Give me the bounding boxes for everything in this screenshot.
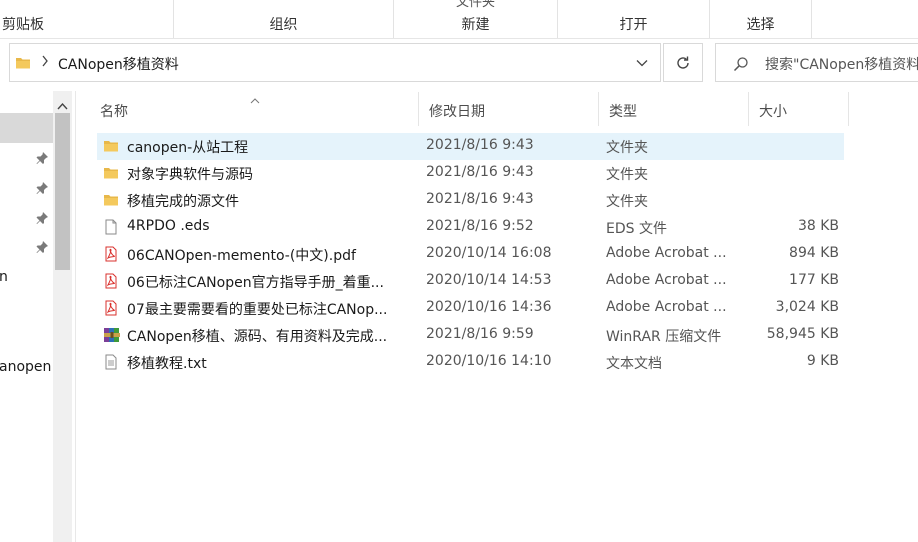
- file-date: 2021/8/16 9:43: [426, 191, 534, 207]
- file-type: 文本文档: [606, 356, 662, 372]
- file-row[interactable]: 对象字典软件与源码 2021/8/16 9:43 文件夹: [97, 160, 844, 187]
- file-icon: [103, 219, 119, 239]
- refresh-icon: [677, 56, 689, 69]
- file-size: 3,024 KB: [775, 299, 839, 315]
- file-type: 文件夹: [606, 167, 648, 183]
- file-row[interactable]: CANopen移植、源码、有用资料及完成... 2021/8/16 9:59 W…: [97, 322, 844, 349]
- folder-icon: [103, 192, 119, 212]
- refresh-button[interactable]: [663, 43, 703, 82]
- folder-icon: [103, 165, 119, 185]
- file-date: 2021/8/16 9:52: [426, 218, 534, 234]
- chevron-down-icon[interactable]: [635, 56, 649, 74]
- file-type: Adobe Acrobat ...: [606, 299, 727, 315]
- navigation-pane[interactable]: n anopen: [0, 91, 76, 542]
- file-name[interactable]: 移植完成的源文件: [127, 191, 239, 211]
- ribbon-group-clipboard[interactable]: 剪贴板: [0, 0, 174, 38]
- pdf-icon: [103, 273, 119, 293]
- search-icon: [733, 57, 748, 72]
- nav-item-label[interactable]: anopen: [0, 359, 51, 375]
- file-type: WinRAR 压缩文件: [606, 329, 722, 345]
- address-bar[interactable]: CANopen移植资料: [9, 43, 661, 82]
- file-date: 2020/10/14 14:53: [426, 272, 552, 288]
- file-size: 177 KB: [789, 272, 839, 288]
- file-type: EDS 文件: [606, 221, 667, 237]
- file-row[interactable]: 07最主要需要看的重要处已标注CANop... 2020/10/16 14:36…: [97, 295, 844, 322]
- file-row[interactable]: 06已标注CANopen官方指导手册_着重... 2020/10/14 14:5…: [97, 268, 844, 295]
- file-date: 2020/10/14 16:08: [426, 245, 552, 261]
- file-name[interactable]: CANopen移植、源码、有用资料及完成...: [127, 326, 387, 346]
- file-name[interactable]: 对象字典软件与源码: [127, 164, 253, 184]
- file-name[interactable]: 06CANOpen-memento-(中文).pdf: [127, 245, 356, 265]
- file-date: 2020/10/16 14:36: [426, 299, 552, 315]
- column-header-label: 名称: [100, 104, 128, 120]
- file-type: 文件夹: [606, 140, 648, 156]
- ribbon-group-label: 新建: [461, 17, 490, 33]
- column-header-size[interactable]: 大小: [749, 92, 849, 126]
- text-file-icon: [103, 354, 119, 374]
- file-type: Adobe Acrobat ...: [606, 245, 727, 261]
- ribbon-group-label: 选择: [746, 17, 775, 33]
- column-header-label: 类型: [609, 104, 637, 120]
- pin-icon: [35, 181, 49, 199]
- archive-icon: [103, 327, 121, 347]
- new-folder-label: 文件夹: [455, 0, 495, 10]
- file-date: 2021/8/16 9:43: [426, 164, 534, 180]
- ribbon-group-new[interactable]: 文件夹 新建: [394, 0, 558, 38]
- file-row[interactable]: 06CANOpen-memento-(中文).pdf 2020/10/14 16…: [97, 241, 844, 268]
- scroll-up-icon[interactable]: [57, 98, 68, 114]
- breadcrumb-chevron-icon[interactable]: [41, 55, 49, 70]
- breadcrumb-current-folder[interactable]: CANopen移植资料: [58, 54, 179, 74]
- ribbon-group-label: 组织: [269, 17, 298, 33]
- column-header-date[interactable]: 修改日期: [419, 92, 599, 126]
- file-date: 2021/8/16 9:43: [426, 137, 534, 153]
- file-name[interactable]: canopen-从站工程: [127, 137, 248, 157]
- file-size: 894 KB: [789, 245, 839, 261]
- ribbon-group-organize[interactable]: 组织: [174, 0, 394, 38]
- folder-icon: [103, 138, 119, 158]
- file-row[interactable]: canopen-从站工程 2021/8/16 9:43 文件夹: [97, 133, 844, 160]
- file-name[interactable]: 4RPDO .eds: [127, 218, 210, 234]
- nav-item-label[interactable]: n: [0, 269, 8, 285]
- column-header-type[interactable]: 类型: [599, 92, 749, 126]
- file-row[interactable]: 4RPDO .eds 2021/8/16 9:52 EDS 文件 38 KB: [97, 214, 844, 241]
- file-date: 2021/8/16 9:59: [426, 326, 534, 342]
- column-header-label: 修改日期: [429, 104, 485, 120]
- file-name[interactable]: 移植教程.txt: [127, 353, 207, 373]
- nav-item-selected[interactable]: [0, 113, 53, 143]
- ribbon: 剪贴板 组织 文件夹 新建 打开 选择: [0, 0, 918, 39]
- scrollbar-thumb[interactable]: [55, 113, 70, 270]
- file-row[interactable]: 移植完成的源文件 2021/8/16 9:43 文件夹: [97, 187, 844, 214]
- file-size: 58,945 KB: [766, 326, 839, 342]
- ribbon-group-open[interactable]: 打开: [558, 0, 710, 38]
- pin-icon: [35, 240, 49, 258]
- ribbon-group-label: 剪贴板: [2, 17, 44, 33]
- file-size: 38 KB: [797, 218, 839, 234]
- pin-icon: [35, 151, 49, 169]
- search-placeholder[interactable]: 搜索"CANopen移植资料": [765, 54, 918, 74]
- file-name[interactable]: 06已标注CANopen官方指导手册_着重...: [127, 272, 384, 292]
- file-name[interactable]: 07最主要需要看的重要处已标注CANop...: [127, 299, 387, 319]
- file-date: 2020/10/16 14:10: [426, 353, 552, 369]
- column-header-label: 大小: [759, 104, 787, 120]
- pin-icon: [35, 211, 49, 229]
- ribbon-group-select[interactable]: 选择: [710, 0, 812, 38]
- file-row[interactable]: 移植教程.txt 2020/10/16 14:10 文本文档 9 KB: [97, 349, 844, 376]
- column-header-row: 名称 修改日期 类型 大小: [90, 92, 850, 126]
- file-type: Adobe Acrobat ...: [606, 272, 727, 288]
- column-header-name[interactable]: 名称: [90, 92, 419, 126]
- pdf-icon: [103, 300, 119, 320]
- nav-scrollbar[interactable]: [53, 91, 72, 542]
- file-size: 9 KB: [806, 353, 839, 369]
- folder-icon: [15, 55, 31, 75]
- search-box[interactable]: 搜索"CANopen移植资料": [715, 43, 918, 82]
- ribbon-group-label: 打开: [619, 17, 648, 33]
- pdf-icon: [103, 246, 119, 266]
- file-type: 文件夹: [606, 194, 648, 210]
